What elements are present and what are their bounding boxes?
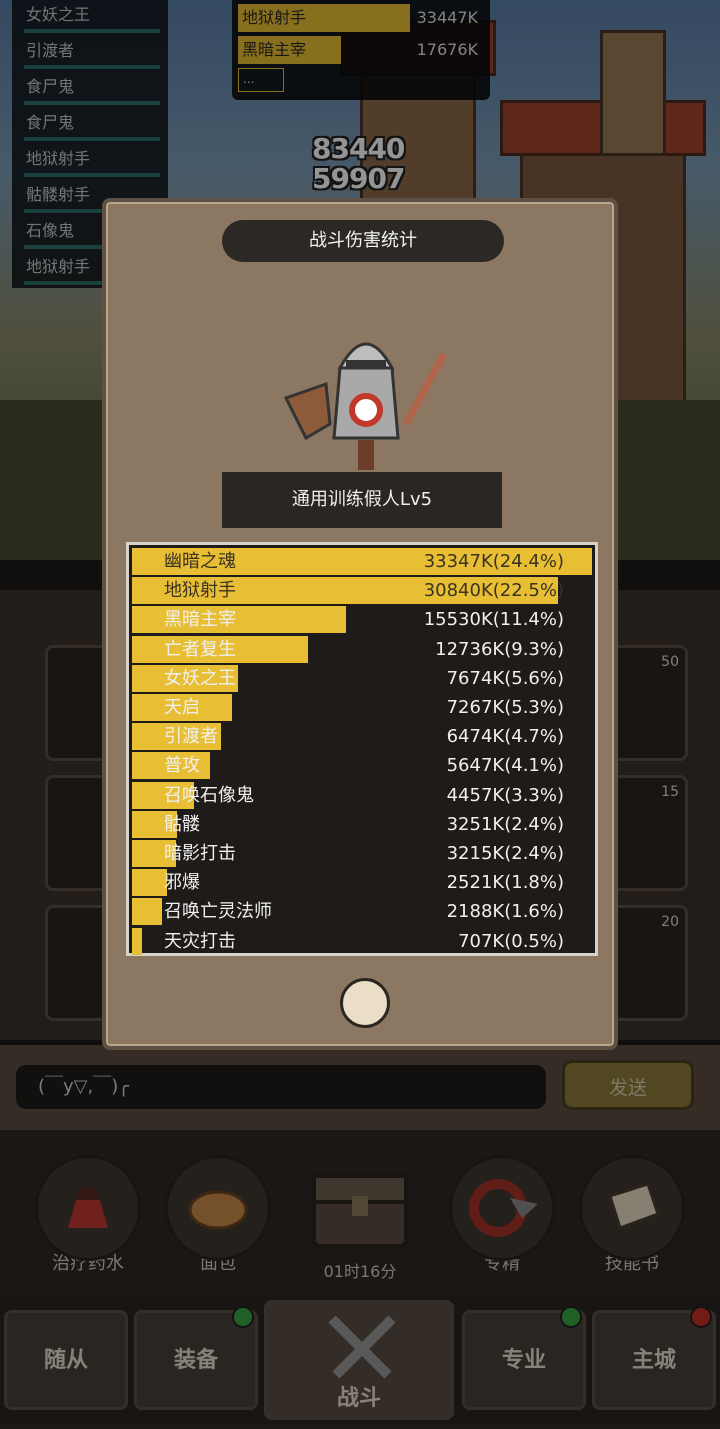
damage-row: 亡者复生 12736K(9.3%) (132, 635, 592, 663)
damage-value: 3215K(2.4%) (446, 843, 564, 864)
damage-list: 幽暗之魂 33347K(24.4%) 地狱射手 30840K(22.5%) 黑暗主宰 15… (126, 542, 598, 956)
damage-value: 2521K(1.8%) (446, 872, 564, 894)
skill-name: 引渡者 (164, 726, 218, 748)
damage-bar (132, 927, 142, 955)
skill-name: 邪爆 (164, 872, 200, 894)
skill-name: 召唤石像鬼 (164, 784, 254, 806)
damage-stats-dialog: 战斗伤害统计 通用训练假人Lv5 幽暗之魂 33347K(24.4%) 地狱射手 30… (102, 198, 618, 1050)
skill-name: 女妖之王 (164, 667, 236, 689)
damage-row: 召唤亡灵法师 2188K(1.6%) (132, 898, 592, 926)
skill-name: 暗影打击 (164, 843, 236, 864)
damage-row: 地狱射手 30840K(22.5%) (132, 577, 592, 605)
skill-name: 亡者复生 (164, 638, 236, 660)
damage-row: 幽暗之魂 33347K(24.4%) (132, 548, 592, 575)
damage-value: 5647K(4.1%) (446, 755, 564, 777)
damage-value: 4457K(3.3%) (446, 784, 564, 806)
skill-name: 天灾打击 (164, 930, 236, 952)
target-name: 通用训练假人Lv5 (222, 472, 502, 528)
damage-row: 天启 7267K(5.3%) (132, 694, 592, 721)
damage-value: 12736K(9.3%) (435, 638, 564, 660)
damage-value: 3251K(2.4%) (446, 813, 564, 835)
training-dummy-icon (283, 342, 448, 470)
damage-value: 33347K(24.4%) (423, 551, 564, 572)
skill-name: 幽暗之魂 (164, 551, 236, 572)
damage-value: 6474K(4.7%) (446, 726, 564, 748)
damage-value: 2188K(1.6%) (446, 901, 564, 923)
damage-row: 黑暗主宰 15530K(11.4%) (132, 606, 592, 634)
damage-bar (132, 898, 163, 926)
skill-name: 黑暗主宰 (164, 609, 236, 631)
skill-name: 地狱射手 (164, 580, 236, 602)
damage-row: 暗影打击 3215K(2.4%) (132, 840, 592, 867)
damage-row: 引渡者 6474K(4.7%) (132, 723, 592, 751)
dialog-title: 战斗伤害统计 (222, 220, 504, 262)
damage-row: 普攻 5647K(4.1%) (132, 752, 592, 780)
damage-row: 邪爆 2521K(1.8%) (132, 869, 592, 897)
skill-name: 普攻 (164, 755, 200, 777)
skill-name: 天启 (164, 697, 200, 718)
damage-bar (132, 869, 167, 897)
damage-value: 7267K(5.3%) (446, 697, 564, 718)
skill-name: 骷髅 (164, 813, 200, 835)
damage-value: 15530K(11.4%) (423, 609, 564, 631)
damage-value: 30840K(22.5%) (423, 580, 564, 602)
damage-row: 召唤石像鬼 4457K(3.3%) (132, 781, 592, 809)
damage-row: 女妖之王 7674K(5.6%) (132, 664, 592, 692)
close-button[interactable] (340, 978, 390, 1028)
damage-value: 707K(0.5%) (458, 930, 564, 952)
skill-name: 召唤亡灵法师 (164, 901, 272, 923)
damage-value: 7674K(5.6%) (446, 667, 564, 689)
damage-row: 骷髅 3251K(2.4%) (132, 810, 592, 838)
damage-row: 天灾打击 707K(0.5%) (132, 927, 592, 955)
